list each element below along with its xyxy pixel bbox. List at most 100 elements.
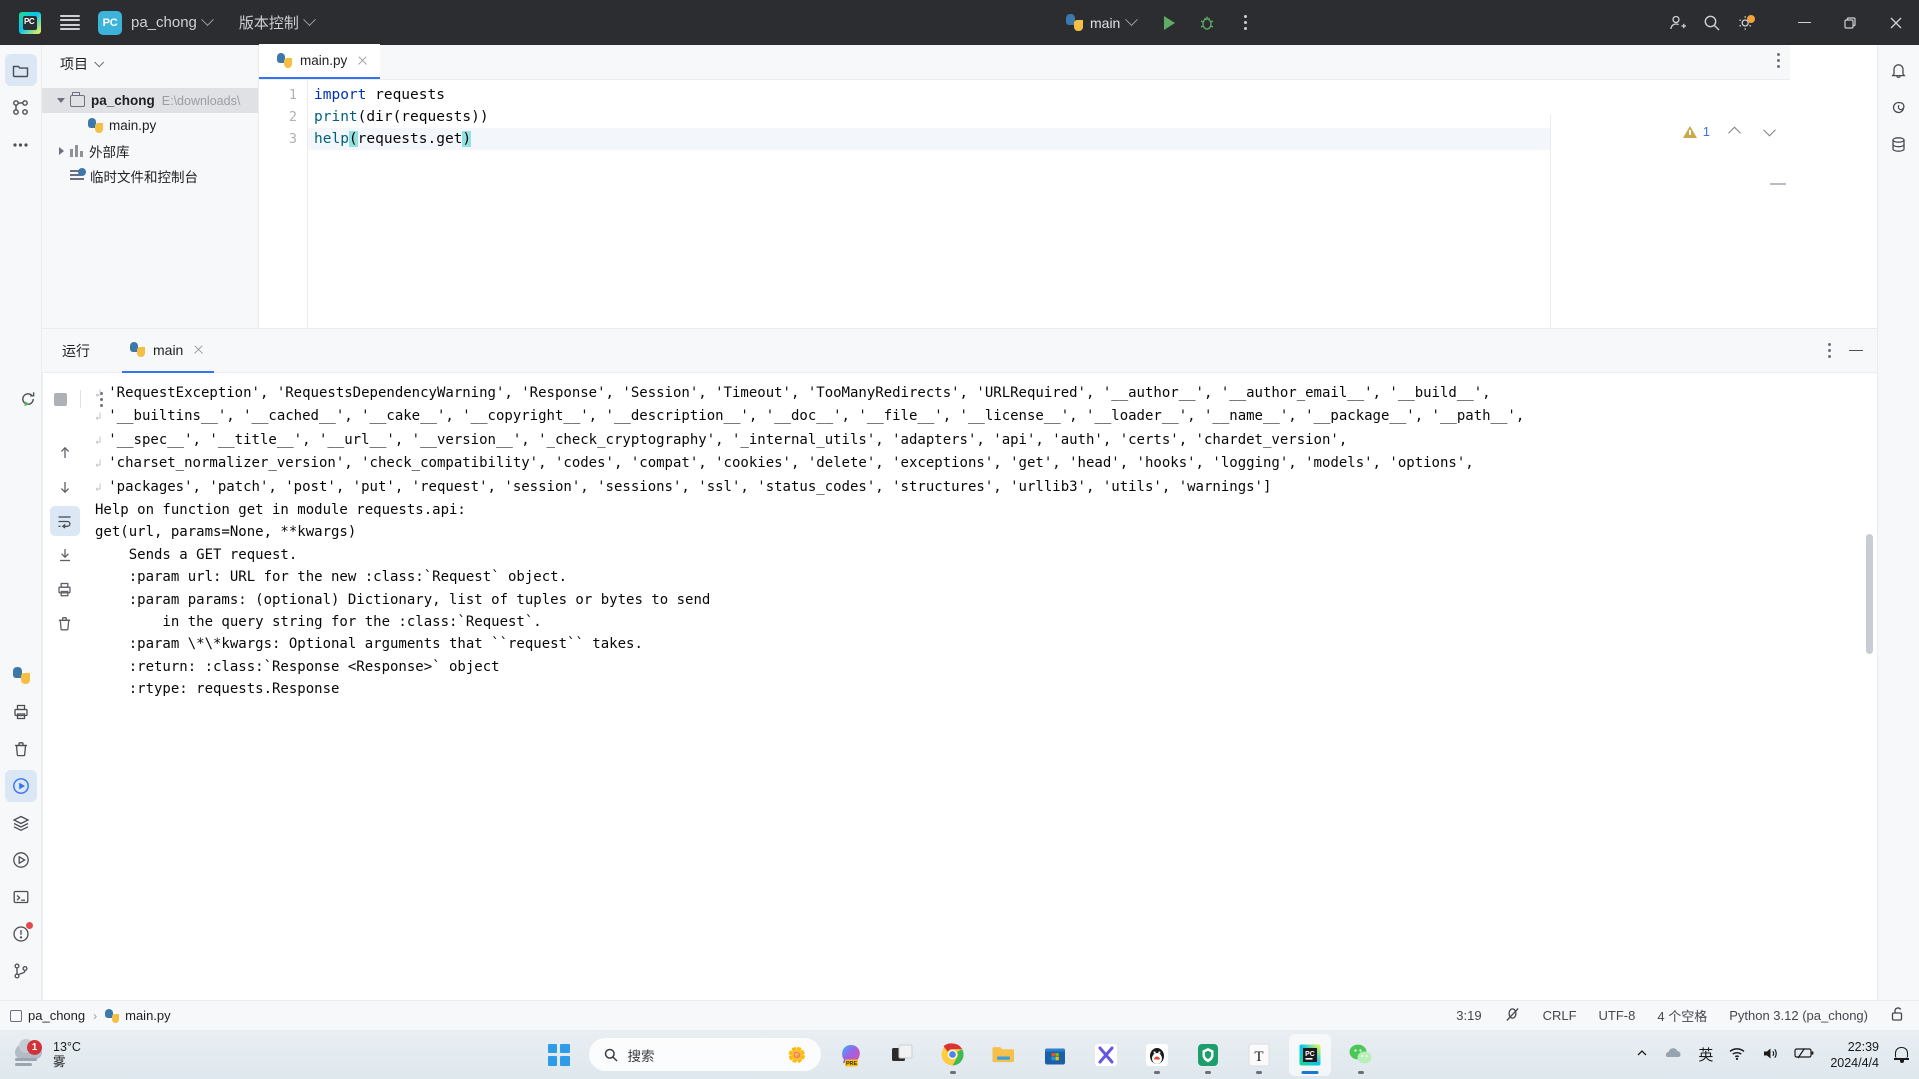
ai-assistant-icon[interactable] [1883, 91, 1915, 123]
editor-area: main.py 1 2 3 import requests print(dir(… [259, 44, 1790, 363]
sidebar-item-project[interactable] [4, 54, 37, 86]
project-panel-title: 项目 [60, 56, 88, 72]
run-console-output[interactable]: ↲ 'RequestException', 'RequestsDependenc… [87, 374, 1877, 1001]
taskbar-search-box[interactable]: 搜索 🌼 [588, 1038, 821, 1071]
breadcrumb-label: main.py [125, 1008, 171, 1023]
breadcrumb-project[interactable]: pa_chong [10, 1008, 85, 1023]
python-packages-icon[interactable] [5, 659, 37, 691]
database-icon[interactable] [1883, 128, 1915, 160]
windows-logo-icon [547, 1043, 570, 1066]
maximize-window-button[interactable] [1827, 0, 1873, 45]
warning-count: 1 [1702, 124, 1710, 139]
breadcrumb-separator: › [93, 1008, 98, 1023]
trash-icon[interactable] [5, 733, 37, 765]
taskbar-app-copilot[interactable]: PRE [830, 1034, 872, 1076]
taskbar-app-pycharm[interactable]: PC [1288, 1033, 1331, 1076]
folder-icon [70, 92, 85, 107]
close-window-button[interactable] [1873, 0, 1919, 45]
more-run-options-button[interactable] [1228, 6, 1262, 40]
console-scrollbar[interactable] [1866, 534, 1873, 654]
tray-battery-icon[interactable] [1794, 1046, 1815, 1063]
project-switcher[interactable]: PC pa_chong [98, 10, 219, 35]
inspection-widget[interactable]: 1 [1551, 115, 1790, 140]
editor-tab-main-py[interactable]: main.py [259, 44, 381, 79]
problems-icon[interactable] [5, 918, 37, 950]
tray-cloud-icon[interactable] [1664, 1046, 1683, 1063]
taskbar-clock[interactable]: 22:39 2024/4/4 [1830, 1039, 1879, 1071]
search-icon[interactable] [1695, 6, 1729, 40]
run-configuration-selector[interactable]: main [1060, 13, 1148, 31]
tree-node-main-py[interactable]: main.py [42, 113, 258, 138]
unlocked-icon[interactable] [1890, 1006, 1905, 1025]
expand-arrow-icon[interactable] [52, 98, 70, 103]
services-layers-icon[interactable] [5, 807, 37, 839]
taskbar-app-chrome[interactable] [932, 1034, 974, 1076]
taskbar-weather-widget[interactable]: 1 13°C 雾 [0, 1038, 81, 1070]
debug-button[interactable] [1190, 6, 1224, 40]
taskbar-app-microsoft-store[interactable] [1034, 1034, 1076, 1076]
sidebar-item-structure[interactable] [5, 91, 37, 123]
soft-wrap-button[interactable] [49, 506, 80, 536]
taskbar-app-qq[interactable] [1136, 1034, 1178, 1076]
taskbar-app-xmind[interactable] [1085, 1034, 1127, 1076]
notifications-bell-icon[interactable] [1883, 54, 1915, 86]
printer-icon[interactable] [5, 696, 37, 728]
caret-position[interactable]: 3:19 [1456, 1008, 1481, 1023]
scroll-to-end-button[interactable] [50, 540, 80, 570]
minimize-window-button[interactable] [1781, 0, 1827, 45]
scroll-down-button[interactable] [50, 472, 80, 502]
sidebar-item-run[interactable] [5, 770, 37, 802]
tree-node-pa-chong[interactable]: pa_chong E:\downloads\ [42, 88, 258, 113]
settings-gear-icon[interactable] [1729, 6, 1763, 40]
taskbar-app-green-shield[interactable] [1187, 1034, 1229, 1076]
code-token: print [314, 109, 358, 125]
inspections-toggle-icon[interactable] [1504, 1006, 1521, 1026]
hide-run-panel-button[interactable] [1849, 349, 1863, 352]
tray-wifi-icon[interactable] [1728, 1046, 1746, 1064]
weather-description: 雾 [53, 1054, 66, 1069]
code-line[interactable]: import requests [308, 84, 1790, 106]
scroll-up-button[interactable] [50, 438, 80, 468]
vcs-widget[interactable]: 版本控制 [219, 12, 321, 33]
clear-all-button[interactable] [50, 608, 80, 638]
taskbar-app-wechat[interactable] [1340, 1034, 1382, 1076]
breadcrumb-file[interactable]: main.py [105, 1008, 171, 1023]
python-interpreter[interactable]: Python 3.12 (pa_chong) [1729, 1008, 1868, 1023]
expand-arrow-icon[interactable] [52, 146, 70, 155]
project-panel-header[interactable]: 项目 [42, 45, 258, 83]
close-run-tab-icon[interactable] [191, 342, 206, 357]
next-problem-icon[interactable] [1763, 123, 1776, 137]
tree-node-external-libraries[interactable]: 外部库 [42, 138, 258, 163]
line-separator[interactable]: CRLF [1543, 1008, 1577, 1023]
previous-problem-icon[interactable] [1728, 126, 1741, 140]
sidebar-item-more[interactable] [5, 128, 37, 160]
taskbar-app-task-view[interactable] [881, 1034, 923, 1076]
tray-volume-icon[interactable] [1761, 1046, 1779, 1064]
print-button[interactable] [50, 574, 80, 604]
editor-tab-options-button[interactable] [1777, 53, 1780, 68]
jetbrains-logo-icon[interactable] [10, 0, 50, 45]
project-name-label: pa_chong [131, 14, 197, 31]
tray-expand-icon[interactable] [1635, 1046, 1649, 1063]
file-encoding[interactable]: UTF-8 [1599, 1008, 1636, 1023]
indent-setting[interactable]: 4 个空格 [1657, 1006, 1707, 1025]
run-tab-main[interactable]: main [122, 329, 215, 373]
tree-node-scratches[interactable]: 临时文件和控制台 [42, 163, 258, 188]
start-button[interactable] [538, 1034, 580, 1076]
close-tab-icon[interactable] [355, 53, 370, 68]
notification-bell-icon[interactable] [1894, 1046, 1909, 1063]
add-user-icon[interactable] [1661, 6, 1695, 40]
run-panel-options-button[interactable] [1828, 343, 1831, 358]
git-branch-icon[interactable] [5, 955, 37, 987]
rerun-button[interactable] [13, 384, 43, 414]
python-console-icon[interactable] [5, 844, 37, 876]
tray-ime-indicator[interactable]: 英 [1698, 1044, 1713, 1065]
terminal-icon[interactable] [5, 881, 37, 913]
stop-button[interactable] [45, 384, 75, 414]
main-menu-icon[interactable] [50, 0, 90, 45]
taskbar-app-file-explorer[interactable] [983, 1034, 1025, 1076]
code-editor[interactable]: 1 2 3 import requests print(dir(requests… [259, 80, 1790, 363]
svg-text:T: T [1254, 1049, 1263, 1065]
taskbar-app-typora[interactable]: T [1238, 1034, 1280, 1076]
run-button[interactable] [1152, 6, 1186, 40]
